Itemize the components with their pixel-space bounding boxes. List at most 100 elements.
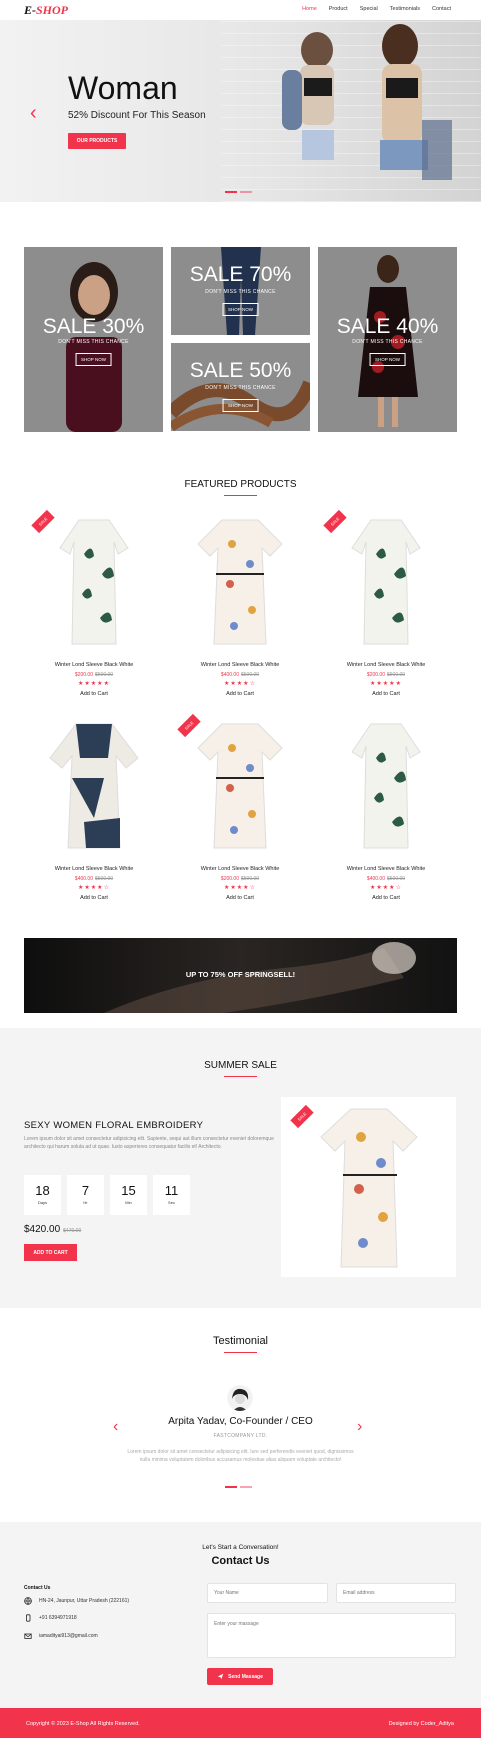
floral-dress-image [197,519,283,645]
add-to-cart-link[interactable]: Add to Cart [316,895,456,901]
shop-now-button-50[interactable]: SHOP NOW [222,399,259,412]
footer-copyright: Copyright © 2023 E-Shop All Rights Reser… [26,1721,140,1727]
floral-dress-image [320,1108,418,1268]
summer-product-price: $420.00 $470.00 [24,1224,82,1235]
slide-indicator-1[interactable] [225,191,237,193]
summer-product-description: Lorem ipsum dolor sit amet consectetur a… [24,1136,274,1150]
countdown-minutes: 15 Min [110,1175,147,1215]
product-image[interactable]: SALE [170,713,310,858]
our-products-button[interactable]: OUR PRODUCTS [68,133,126,149]
star-rating: ★★★★☆ [78,885,110,891]
testimonial-slide-indicators [225,1486,252,1488]
product-name[interactable]: Winter Lond Sleeve Black White [316,662,456,668]
send-message-button[interactable]: Send Massage [207,1668,273,1685]
hero-prev-arrow-icon[interactable]: ‹ [30,102,37,125]
leaf-print-dress-image [351,519,421,645]
product-image[interactable] [170,514,310,654]
spring-sale-banner[interactable]: UP TO 75% OFF SPRINGSELL! [24,938,457,1013]
hero-models-image [282,24,452,180]
testimonial-title: Testimonial [212,1335,269,1347]
product-price: $200.00 $500.00 [220,876,260,882]
category-tile-sale-50[interactable]: SALE 50% DON'T MISS THIS CHANCE SHOP NOW [171,343,310,431]
testimonial-company: FASTCOMPANY LTD. [213,1433,268,1439]
product-name[interactable]: Winter Lond Sleeve Black White [170,662,310,668]
testimonial-title-underline [224,1352,257,1353]
product-image[interactable] [24,718,164,858]
envelope-icon [24,1633,32,1639]
summer-product-image-card[interactable]: SALE [281,1097,456,1277]
contact-title: Contact Us [211,1555,270,1567]
product-image[interactable] [316,718,456,858]
top-navbar: E-SHOP Home Product Special Testimonials… [0,0,481,20]
testimonial-author: Arpita Yadav, Co-Founder / CEO [168,1416,313,1427]
sale-30-text: SALE 30% [42,315,145,338]
slide-indicator-2[interactable] [240,191,252,193]
countdown-days: 18 Days [24,1175,61,1215]
add-to-cart-link[interactable]: Add to Cart [170,691,310,697]
add-to-cart-link[interactable]: Add to Cart [24,895,164,901]
sale-50-tagline: DON'T MISS THIS CHANCE [205,385,276,391]
footer-credit: Designed by Coder_Aditya [388,1721,454,1727]
sale-50-text: SALE 50% [189,359,292,382]
star-rating: ★★★★☆ [370,885,402,891]
banner-text: UP TO 75% OFF SPRINGSELL! [185,970,296,979]
add-to-cart-link[interactable]: Add to Cart [170,895,310,901]
slide-indicator-1[interactable] [225,1486,237,1488]
category-tile-sale-30[interactable]: SALE 30% DON'T MISS THIS CHANCE SHOP NOW [24,247,163,432]
product-card[interactable]: Winter Lond Sleeve Black White $400.00 $5… [316,718,456,901]
featured-title-underline [224,495,257,496]
email-input[interactable] [336,1583,456,1603]
product-name[interactable]: Winter Lond Sleeve Black White [170,866,310,872]
product-card[interactable]: SALE Winter Lond Sleeve Black White $200… [170,713,310,901]
nav-link-product[interactable]: Product [329,6,348,12]
product-price: $200.00 $500.00 [366,672,406,678]
add-to-cart-link[interactable]: Add to Cart [316,691,456,697]
featured-products-title: FEATURED PRODUCTS [184,479,297,490]
hero-title: Woman [68,70,178,106]
nav-link-testimonials[interactable]: Testimonials [390,6,420,12]
product-price: $400.00 $500.00 [366,876,406,882]
add-to-cart-button[interactable]: ADD TO CART [24,1244,77,1261]
product-card[interactable]: SALE Winter Lond Sleeve Black White $200… [24,509,164,697]
nav-link-contact[interactable]: Contact [432,6,451,12]
name-input[interactable] [207,1583,328,1603]
floral-dress-image [197,723,283,849]
summer-product-heading: SEXY WOMEN FLORAL EMBROIDERY [24,1120,204,1131]
shop-now-button-30[interactable]: SHOP NOW [75,353,112,366]
countdown-hours: 7 Hr [67,1175,104,1215]
product-name[interactable]: Winter Lond Sleeve Black White [24,662,164,668]
category-tile-sale-40[interactable]: SALE 40% DON'T MISS THIS CHANCE SHOP NOW [318,247,457,432]
product-price: $400.00 $500.00 [220,672,260,678]
shop-now-button-70[interactable]: SHOP NOW [222,303,259,316]
product-image[interactable]: SALE [24,509,164,654]
nav-link-home[interactable]: Home [302,6,317,12]
product-price: $200.00 $500.00 [74,672,114,678]
product-card[interactable]: Winter Lond Sleeve Black White $400.00 $5… [170,514,310,697]
category-tile-sale-70[interactable]: SALE 70% DON'T MISS THIS CHANCE SHOP NOW [171,247,310,335]
testimonial-prev-arrow-icon[interactable]: ‹ [113,1418,118,1436]
add-to-cart-link[interactable]: Add to Cart [24,691,164,697]
product-name[interactable]: Winter Lond Sleeve Black White [316,866,456,872]
summer-title-underline [224,1076,257,1077]
message-textarea[interactable] [207,1613,456,1658]
product-image[interactable]: SALE [316,509,456,654]
contact-address: HN-24, Jaunpur, Uttar Pradesh (222161) [24,1597,129,1605]
avatar [227,1385,253,1411]
sale-30-tagline: DON'T MISS THIS CHANCE [58,339,129,345]
testimonial-next-arrow-icon[interactable]: › [357,1418,362,1436]
product-name[interactable]: Winter Lond Sleeve Black White [24,866,164,872]
shop-now-button-40[interactable]: SHOP NOW [369,353,406,366]
paper-plane-icon [217,1673,224,1680]
slide-indicator-2[interactable] [240,1486,252,1488]
testimonial-quote: Lorem ipsum dolor sit amet consectetur a… [127,1449,354,1463]
contact-email: iamadityai913@gmail.com [24,1632,98,1640]
hero-slider: ‹ Woman 52% Discount For This Season OUR… [0,20,481,202]
footer: Copyright © 2023 E-Shop All Rights Reser… [0,1708,481,1738]
leaf-print-dress-image [351,723,421,849]
nav-link-special[interactable]: Special [360,6,378,12]
product-card[interactable]: Winter Lond Sleeve Black White $400.00 $5… [24,718,164,901]
contact-kicker: Let's Start a Conversation! [202,1544,279,1551]
hero-subtitle: 52% Discount For This Season [68,110,206,121]
site-logo[interactable]: E-SHOP [24,3,68,18]
product-card[interactable]: SALE Winter Lond Sleeve Black White $200… [316,509,456,697]
